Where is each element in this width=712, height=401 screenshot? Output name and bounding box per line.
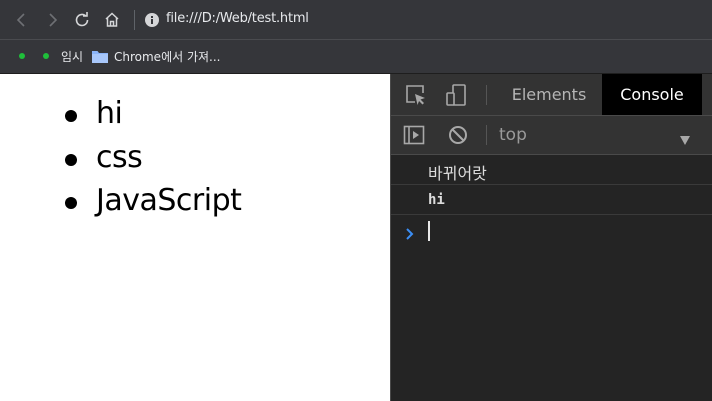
green-dot-icon[interactable] [19,53,25,59]
text-cursor [428,221,430,241]
show-sidebar-icon[interactable] [403,124,425,146]
console-toolbar-divider [486,125,487,145]
bookmark-temp[interactable]: 임시 [61,48,83,65]
bullet-icon [65,154,77,166]
chevron-down-icon[interactable] [680,130,690,145]
folder-icon[interactable] [92,49,108,63]
address-bar-url[interactable]: file:///D:/Web/test.html [166,11,309,26]
bookmarks-bar: 임시 Chrome에서 가져... [0,40,712,74]
console-message-text: hi [428,192,445,208]
list-item-text: JavaScript [96,183,242,218]
console-input[interactable] [391,216,712,246]
inspect-element-icon[interactable] [405,84,427,106]
list-item: hi [65,96,123,132]
console-toolbar: top [391,116,712,155]
tab-console[interactable]: Console [602,74,702,115]
list-item: JavaScript [65,183,242,219]
toolbar-divider [134,10,135,30]
bullet-icon [65,197,77,209]
tab-bar-divider [486,85,487,105]
reload-icon[interactable] [70,8,94,32]
context-selector[interactable]: top [499,125,527,145]
back-arrow-icon[interactable] [10,8,34,32]
console-message-text: 바뀌어랏 [428,164,487,183]
list-item: css [65,140,143,176]
console-message: 바뀌어랏 [391,155,712,185]
device-toolbar-icon[interactable] [445,84,467,106]
tab-elements[interactable]: Elements [501,74,597,115]
info-icon[interactable] [144,12,160,28]
devtools-tab-bar: Elements Console [391,74,712,116]
bookmark-chrome-imported[interactable]: Chrome에서 가져... [114,48,221,65]
devtools-panel: Elements Console top 바뀌어랏 hi [390,74,712,401]
forward-arrow-icon[interactable] [40,8,64,32]
bullet-icon [65,110,77,122]
console-message: hi [391,185,712,215]
browser-toolbar: file:///D:/Web/test.html [0,0,712,40]
list-item-text: css [96,140,143,175]
list-item-text: hi [96,96,123,131]
web-page: hi css JavaScript [0,74,390,401]
prompt-chevron-icon [405,225,415,240]
clear-console-icon[interactable] [447,124,469,146]
home-icon[interactable] [100,8,124,32]
green-dot-icon[interactable] [43,53,49,59]
